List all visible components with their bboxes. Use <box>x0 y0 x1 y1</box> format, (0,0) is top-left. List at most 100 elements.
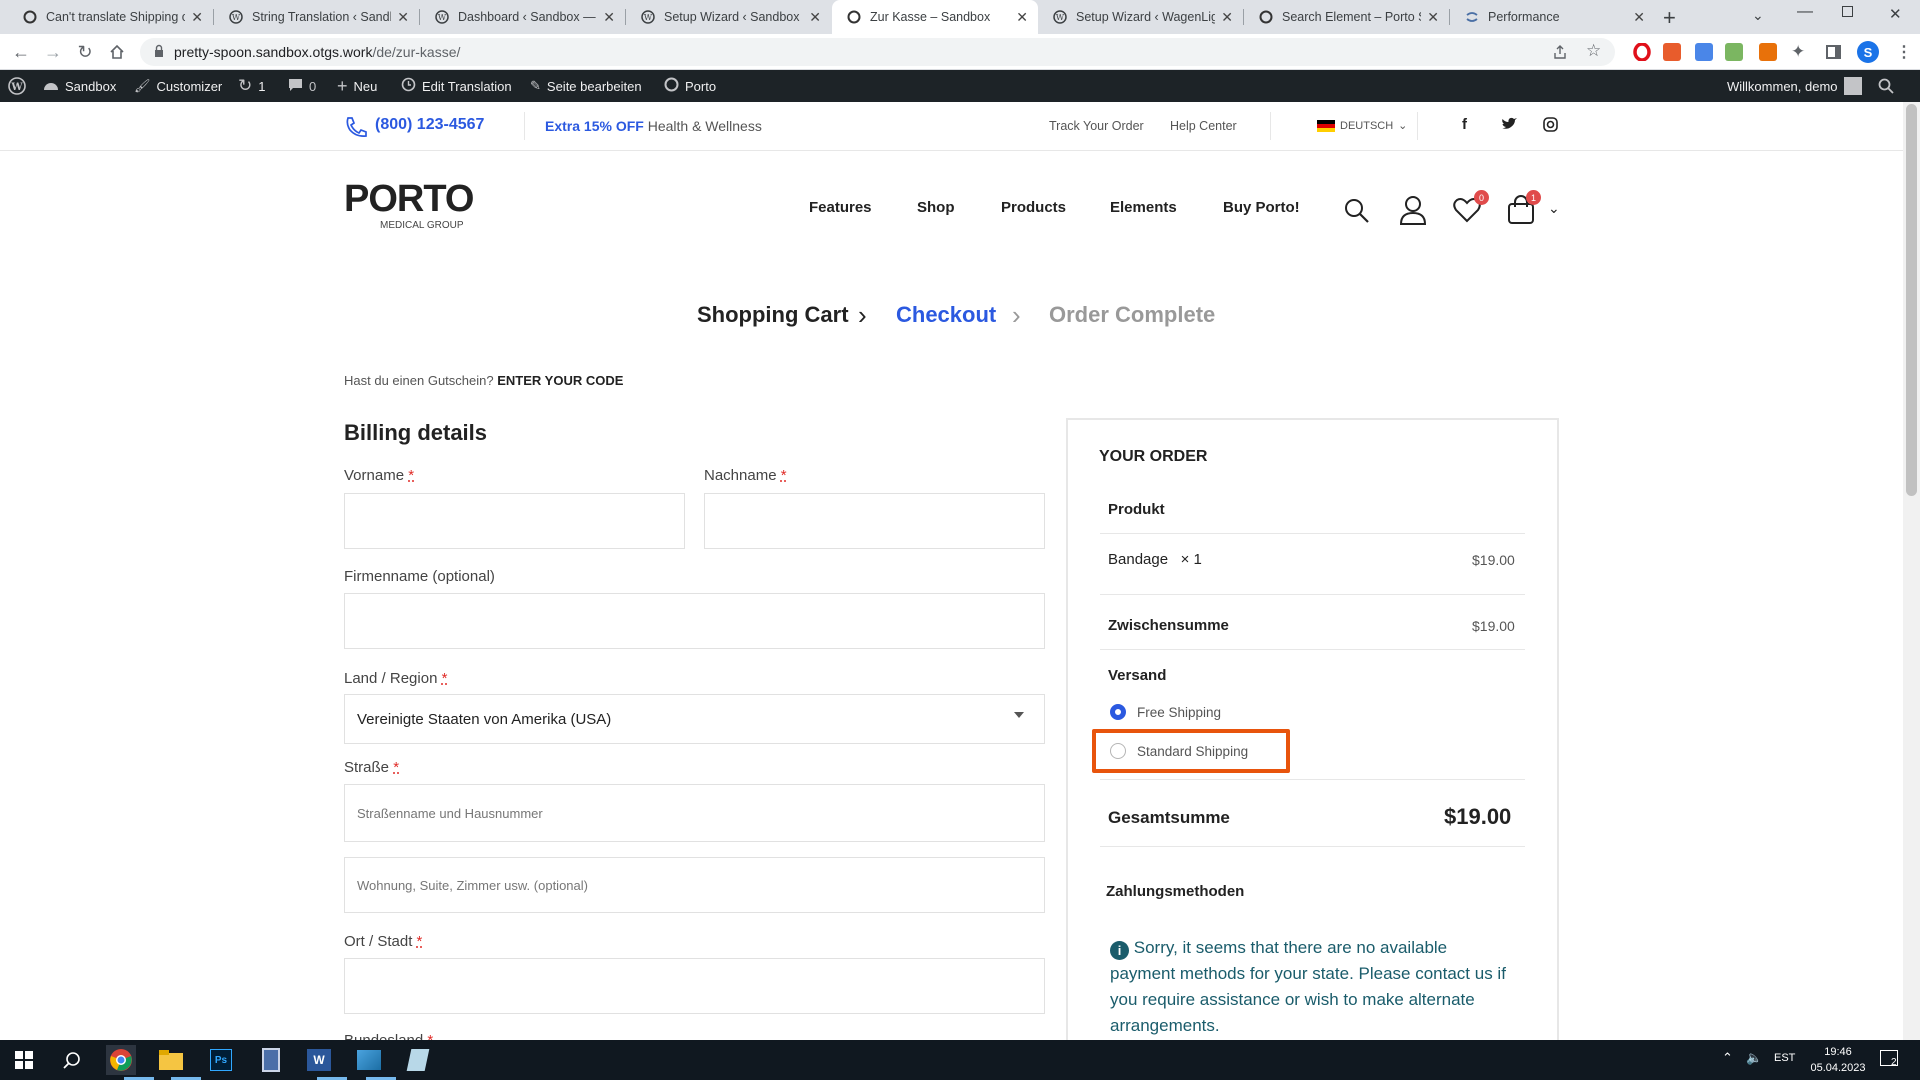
close-icon[interactable]: ✕ <box>809 9 821 26</box>
close-icon[interactable]: ✕ <box>397 9 409 26</box>
back-icon[interactable]: ← <box>11 42 31 62</box>
browser-tab[interactable]: Search Element – Porto Sh ✕ <box>1244 0 1449 34</box>
close-icon[interactable]: ✕ <box>1016 9 1028 26</box>
svg-text:W: W <box>10 82 23 93</box>
maximize-button[interactable] <box>1842 6 1853 17</box>
browser-tab[interactable]: W Setup Wizard ‹ Sandbox — ✕ <box>626 0 831 34</box>
reload-icon[interactable]: ↻ <box>75 42 95 62</box>
nav-buy-porto[interactable]: Buy Porto! <box>1223 199 1300 216</box>
twitter-icon[interactable] <box>1501 117 1517 136</box>
browser-tab[interactable]: W Dashboard ‹ Sandbox — W ✕ <box>420 0 625 34</box>
close-window-button[interactable]: ✕ <box>1889 5 1902 23</box>
search-icon[interactable] <box>1878 70 1894 102</box>
facebook-icon[interactable]: f <box>1462 116 1467 133</box>
site-top-bar: (800) 123-4567 Extra 15% OFF Health & We… <box>0 102 1903 151</box>
browser-tab-active[interactable]: Zur Kasse – Sandbox ✕ <box>832 0 1038 34</box>
share-icon[interactable] <box>1552 44 1568 63</box>
side-panel-icon[interactable] <box>1826 45 1841 59</box>
wishlist-count-badge: 0 <box>1474 190 1489 205</box>
free-shipping-label[interactable]: Free Shipping <box>1137 705 1221 720</box>
last-name-field[interactable] <box>704 493 1045 549</box>
account-icon[interactable] <box>1399 195 1427 230</box>
chevron-down-icon[interactable]: ⌄ <box>1548 200 1560 217</box>
home-icon[interactable] <box>107 42 127 62</box>
street-field[interactable]: Straßenname und Hausnummer <box>344 784 1045 842</box>
nav-products[interactable]: Products <box>1001 199 1066 216</box>
address-bar[interactable]: pretty-spoon.sandbox.otgs.work/de/zur-ka… <box>140 38 1615 66</box>
input-language[interactable]: EST <box>1774 1052 1795 1064</box>
browser-tab[interactable]: Can't translate Shipping op ✕ <box>8 0 213 34</box>
standard-shipping-radio[interactable] <box>1110 743 1126 759</box>
new-tab-button[interactable]: + <box>1663 5 1676 31</box>
close-icon[interactable]: ✕ <box>1427 9 1439 26</box>
browser-tab[interactable]: W Setup Wizard ‹ WagenLigh ✕ <box>1038 0 1243 34</box>
wp-customizer[interactable]: 🖌 Customizer <box>134 70 222 102</box>
close-icon[interactable]: ✕ <box>191 9 203 26</box>
wp-account-menu[interactable]: Willkommen, demo <box>1727 70 1862 102</box>
help-center-link[interactable]: Help Center <box>1170 119 1237 133</box>
wp-edit-translation[interactable]: Edit Translation <box>401 70 512 102</box>
wp-edit-page[interactable]: ✎ Seite bearbeiten <box>530 70 642 102</box>
search-icon[interactable] <box>1344 198 1370 229</box>
extension-icon[interactable] <box>1695 43 1713 61</box>
extension-icon[interactable] <box>1663 43 1681 61</box>
volume-icon[interactable]: 🔈 <box>1746 1050 1762 1066</box>
phone-link[interactable]: (800) 123-4567 <box>375 116 484 134</box>
windows-start-icon[interactable] <box>9 1045 39 1075</box>
notes-app-icon[interactable] <box>403 1045 433 1075</box>
nav-features[interactable]: Features <box>809 199 872 216</box>
standard-shipping-label[interactable]: Standard Shipping <box>1137 744 1248 759</box>
browser-tab[interactable]: W String Translation ‹ Sandbo ✕ <box>214 0 419 34</box>
file-explorer-icon[interactable] <box>156 1045 186 1075</box>
close-icon[interactable]: ✕ <box>603 9 615 26</box>
wp-updates[interactable]: ↻ 1 <box>238 70 265 102</box>
search-icon[interactable] <box>57 1045 87 1075</box>
photoshop-icon[interactable]: Ps <box>206 1045 236 1075</box>
photos-icon[interactable] <box>354 1045 384 1075</box>
minimize-button[interactable]: — <box>1797 3 1813 21</box>
instagram-icon[interactable] <box>1543 117 1558 137</box>
free-shipping-radio[interactable] <box>1110 704 1126 720</box>
close-icon[interactable]: ✕ <box>1221 9 1233 26</box>
download-extension-icon[interactable] <box>1759 43 1777 61</box>
nav-shop[interactable]: Shop <box>917 199 955 216</box>
close-icon[interactable]: ✕ <box>1633 9 1645 26</box>
forward-icon[interactable]: → <box>43 42 63 62</box>
opera-extension-icon[interactable] <box>1633 42 1651 62</box>
browser-menu-icon[interactable]: ⋮ <box>1896 42 1912 62</box>
calculator-icon[interactable] <box>256 1045 286 1075</box>
bookmark-star-icon[interactable]: ☆ <box>1586 41 1601 61</box>
step-shopping-cart[interactable]: Shopping Cart <box>697 302 849 328</box>
tab-search-icon[interactable]: ⌄ <box>1752 7 1764 24</box>
first-name-field[interactable] <box>344 493 685 549</box>
word-icon[interactable]: W <box>304 1045 334 1075</box>
wp-porto-menu[interactable]: Porto <box>664 70 716 102</box>
street-line2-field[interactable]: Wohnung, Suite, Zimmer usw. (optional) <box>344 857 1045 913</box>
country-select[interactable]: Vereinigte Staaten von Amerika (USA) <box>344 694 1045 744</box>
billing-title: Billing details <box>344 420 488 445</box>
system-clock[interactable]: 19:46 05.04.2023 <box>1808 1044 1868 1076</box>
svg-text:W: W <box>644 13 653 22</box>
windows-taskbar <box>0 1040 1920 1080</box>
wp-site-menu[interactable]: Sandbox <box>43 70 116 102</box>
wp-comments[interactable]: 0 <box>288 70 316 102</box>
porto-icon <box>664 77 679 95</box>
profile-avatar[interactable]: S <box>1857 41 1879 63</box>
tray-chevron-up-icon[interactable]: ⌃ <box>1722 1050 1733 1066</box>
extensions-puzzle-icon[interactable]: ✦ <box>1791 42 1805 62</box>
wordpress-icon: W <box>434 9 450 25</box>
street-label: Straße * <box>344 759 400 776</box>
city-field[interactable] <box>344 958 1045 1014</box>
language-switcher[interactable]: DEUTSCH ⌄ <box>1317 119 1407 132</box>
company-field[interactable] <box>344 593 1045 649</box>
extension-icon[interactable] <box>1725 43 1743 61</box>
enter-coupon-link[interactable]: ENTER YOUR CODE <box>497 373 623 388</box>
site-logo[interactable]: PORTO MEDICAL GROUP <box>344 180 474 231</box>
scrollbar-thumb[interactable] <box>1906 104 1917 496</box>
nav-elements[interactable]: Elements <box>1110 199 1177 216</box>
wordpress-logo-icon[interactable]: W <box>8 70 26 102</box>
browser-tab[interactable]: Performance ✕ <box>1450 0 1655 34</box>
track-order-link[interactable]: Track Your Order <box>1049 119 1144 133</box>
chrome-taskbar-icon[interactable] <box>106 1045 136 1075</box>
wp-new[interactable]: + Neu <box>337 70 377 102</box>
